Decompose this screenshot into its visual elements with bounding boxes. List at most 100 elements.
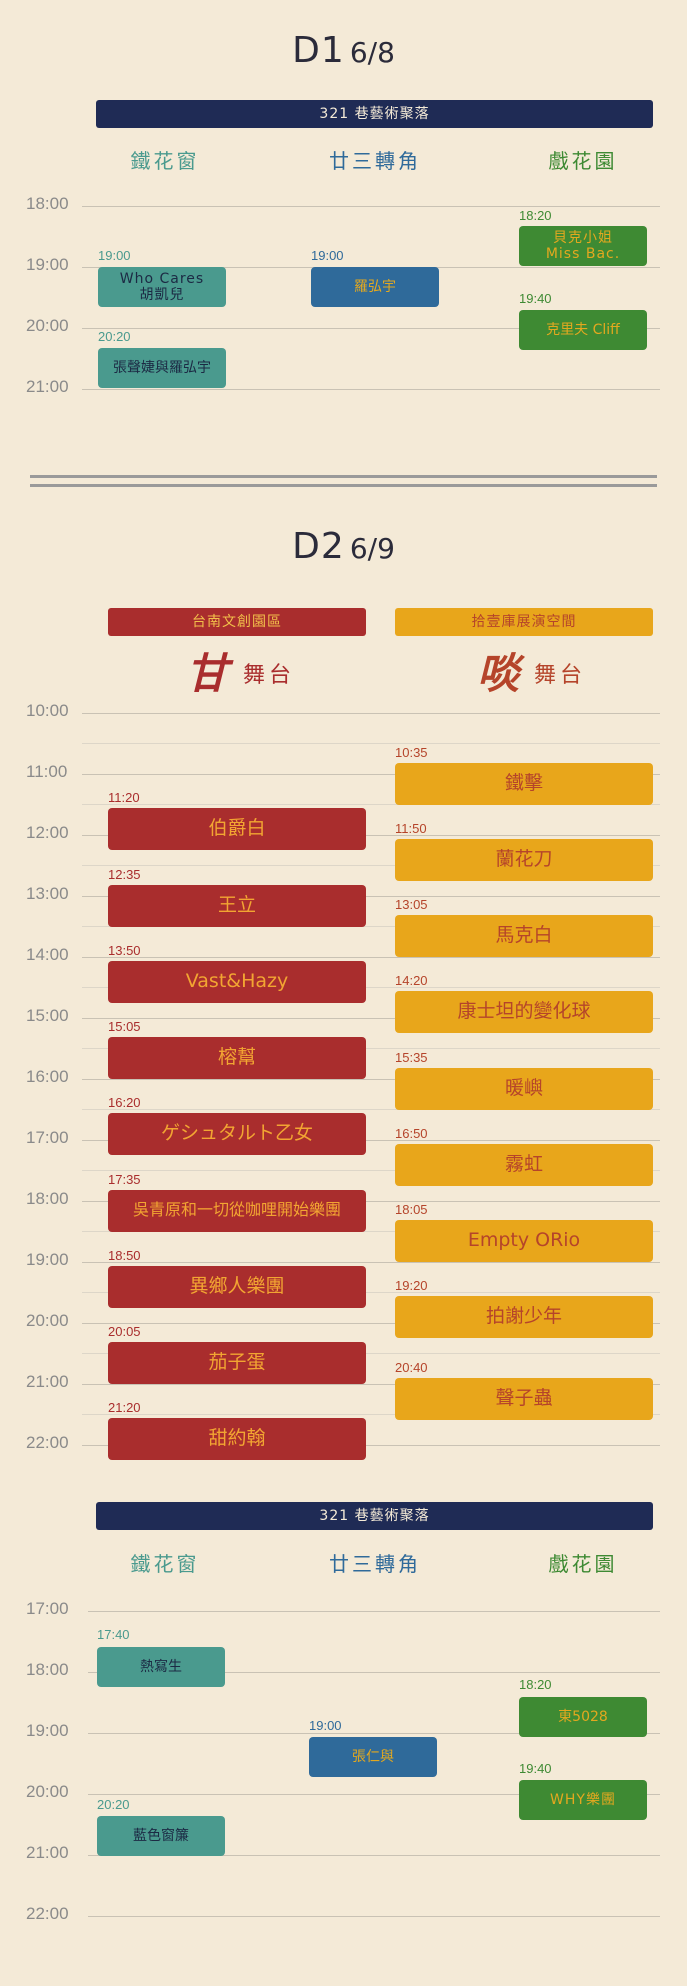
slot-time: 17:35: [108, 1171, 141, 1187]
d2b-stage-xihuayuan: 戲花園: [548, 1552, 618, 1576]
slot-time: 19:40: [519, 291, 552, 306]
d1-time-label: 20:00: [26, 316, 69, 335]
d2b-time-label: 20:00: [26, 1782, 69, 1801]
slot-line: WHY樂團: [550, 1791, 616, 1808]
slot-right-act[interactable]: 蘭花刀: [395, 838, 653, 881]
d1-gridline: [82, 206, 660, 207]
d2b-gridline: [88, 1611, 660, 1612]
slot-time: 15:35: [395, 1049, 428, 1065]
slot-act-name: 異鄉人樂團: [189, 1274, 285, 1297]
slot-cliff[interactable]: 克里夫 Cliff: [519, 310, 647, 350]
slot-left-act[interactable]: 伯爵白: [108, 808, 366, 851]
slot-line: 胡凱兒: [139, 287, 185, 303]
slot-time: 20:40: [395, 1359, 428, 1375]
slot-time: 18:05: [395, 1202, 428, 1218]
slot-why-band[interactable]: WHY樂團: [519, 1780, 647, 1820]
d2b-time-label: 18:00: [26, 1660, 69, 1679]
slot-left-act[interactable]: 王立: [108, 884, 366, 927]
slot-act-name: 蘭花刀: [495, 847, 553, 870]
day1-label: D1: [292, 30, 345, 71]
slot-time: 19:00: [98, 248, 131, 263]
slot-blue-curtain[interactable]: 藍色窗簾: [97, 1816, 225, 1856]
dan-glyph: 啖: [477, 649, 524, 698]
stage-dan: 啖 舞台: [477, 640, 586, 701]
slot-luo-hongyu[interactable]: 羅弘宇: [311, 267, 439, 307]
slot-right-act[interactable]: Empty ORio: [395, 1220, 653, 1263]
slot-dong5028[interactable]: 東5028: [519, 1697, 647, 1737]
slot-right-act[interactable]: 馬克白: [395, 915, 653, 958]
slot-right-act[interactable]: 拍謝少年: [395, 1296, 653, 1339]
slot-time: 19:00: [309, 1718, 342, 1733]
slot-left-act[interactable]: 異鄉人樂團: [108, 1265, 366, 1308]
slot-left-act[interactable]: 榕幫: [108, 1037, 366, 1080]
slot-zhang-luo[interactable]: 張聲婕與羅弘宇: [98, 348, 226, 388]
slot-right-act[interactable]: 康士坦的變化球: [395, 991, 653, 1034]
slot-act-name: 霧虹: [504, 1152, 543, 1175]
slot-time: 16:20: [108, 1095, 141, 1111]
slot-time: 14:20: [395, 973, 428, 989]
section-divider: [30, 484, 657, 487]
d1-time-label: 21:00: [26, 377, 69, 396]
stage-gan-label: 舞台: [243, 663, 296, 688]
slot-line: 熱寫生: [140, 1658, 182, 1675]
d1-time-label: 19:00: [26, 255, 69, 274]
slot-left-act[interactable]: 茄子蛋: [108, 1342, 366, 1385]
d2-time-label: 18:00: [26, 1189, 69, 1208]
slot-time: 20:05: [108, 1324, 141, 1340]
day2-date: 6/9: [349, 532, 395, 565]
slot-line: Who Cares: [119, 270, 205, 287]
slot-left-act[interactable]: ゲシュタルト乙女: [108, 1113, 366, 1156]
slot-act-name: 康士坦的變化球: [457, 1000, 591, 1023]
d2-venue-left: 台南文創園區: [108, 608, 366, 636]
stage-gan: 甘 舞台: [186, 640, 295, 701]
day2-title: D2 6/9: [0, 526, 687, 567]
slot-right-act[interactable]: 聲子蟲: [395, 1377, 653, 1420]
slot-act-name: 伯爵白: [208, 817, 266, 840]
slot-time: 18:20: [519, 1677, 552, 1692]
d2-time-label: 13:00: [26, 884, 69, 903]
d2-gridline: [82, 713, 660, 714]
slot-act-name: 聲子蟲: [495, 1386, 553, 1409]
slot-zhang-renyu[interactable]: 張仁與: [309, 1737, 437, 1777]
d2-half-gridline: [82, 743, 660, 744]
d1-stage-tiehuachuang: 鐵花窗: [130, 149, 200, 173]
d2-time-label: 12:00: [26, 823, 69, 842]
d2b-time-label: 21:00: [26, 1843, 69, 1862]
d2-time-label: 17:00: [26, 1128, 69, 1147]
slot-act-name: Vast&Hazy: [185, 969, 289, 992]
slot-time: 20:20: [97, 1797, 130, 1812]
slot-left-act[interactable]: 吳青原和一切從咖哩開始樂團: [108, 1189, 366, 1232]
slot-who-cares[interactable]: Who Cares 胡凱兒: [98, 267, 226, 307]
d2-time-label: 21:00: [26, 1372, 69, 1391]
d2b-time-label: 22:00: [26, 1904, 69, 1923]
d2-gridline: [82, 957, 660, 958]
d2-gridline: [82, 1262, 660, 1263]
slot-right-act[interactable]: 鐵擊: [395, 762, 653, 805]
slot-right-act[interactable]: 霧虹: [395, 1143, 653, 1186]
slot-right-act[interactable]: 暖嶼: [395, 1067, 653, 1110]
slot-left-act[interactable]: Vast&Hazy: [108, 960, 366, 1003]
slot-line: 張聲婕與羅弘宇: [113, 359, 211, 376]
d1-venue-bar: 321 巷藝術聚落: [96, 100, 653, 128]
slot-line: Miss Bac.: [545, 246, 621, 262]
d2b-stage-tiehuachuang: 鐵花窗: [130, 1552, 200, 1576]
day2-label: D2: [292, 526, 345, 567]
slot-miss-bac[interactable]: 貝克小姐 Miss Bac.: [519, 226, 647, 266]
slot-line: 東5028: [558, 1708, 608, 1725]
section-divider: [30, 475, 657, 478]
slot-left-act[interactable]: 甜約翰: [108, 1418, 366, 1461]
d2-time-label: 16:00: [26, 1067, 69, 1086]
d2-time-label: 15:00: [26, 1006, 69, 1025]
slot-time: 18:20: [519, 208, 552, 223]
gan-glyph: 甘: [186, 649, 233, 698]
slot-act-name: Empty ORio: [467, 1229, 581, 1252]
d2-time-label: 10:00: [26, 701, 69, 720]
slot-act-name: 馬克白: [495, 924, 553, 947]
stage-dan-label: 舞台: [534, 663, 587, 688]
slot-rexiesheng[interactable]: 熱寫生: [97, 1647, 225, 1687]
slot-line: 張仁與: [352, 1748, 394, 1765]
d1-stage-niansan: 廿三轉角: [329, 149, 421, 173]
slot-act-name: 王立: [217, 893, 256, 916]
slot-time: 19:00: [311, 248, 344, 263]
slot-act-name: 拍謝少年: [485, 1305, 562, 1328]
